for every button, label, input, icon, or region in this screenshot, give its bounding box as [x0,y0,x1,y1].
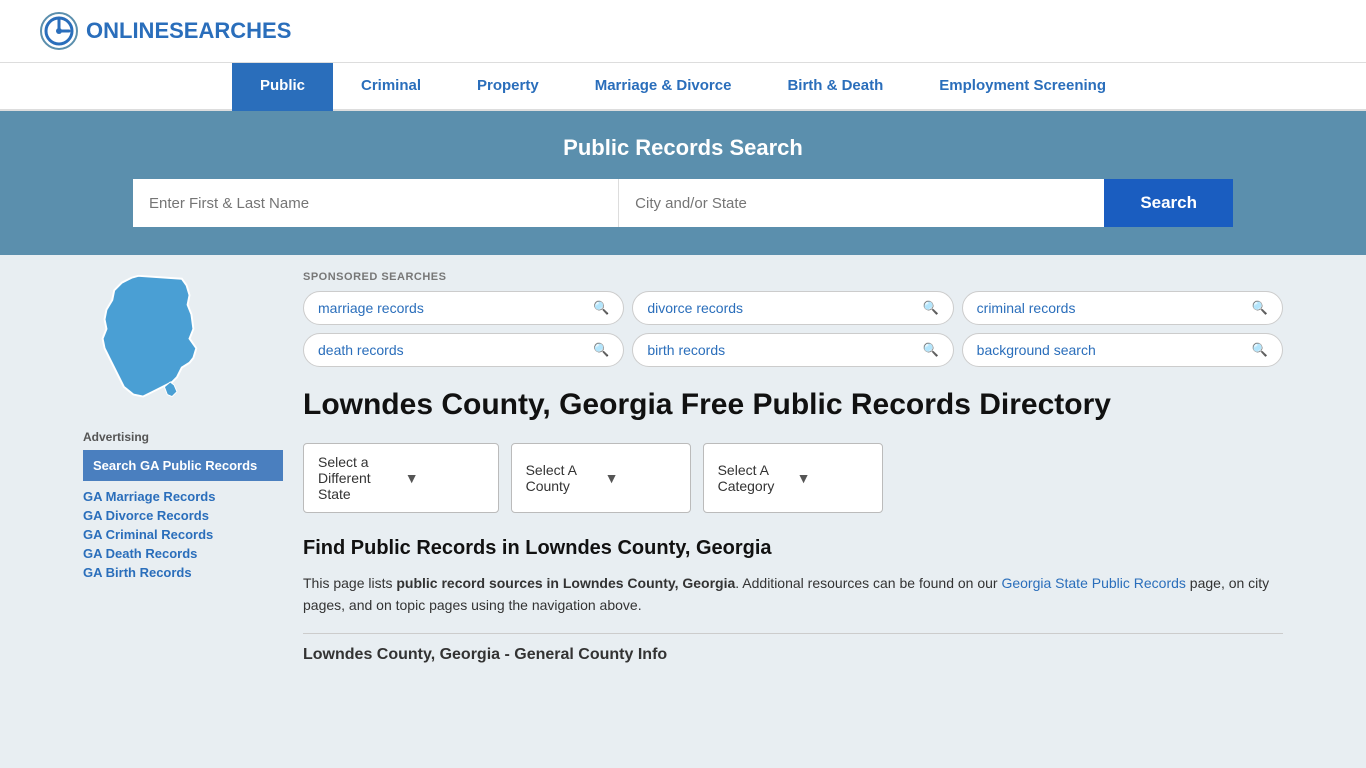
logo-plain: ONLINE [86,18,169,43]
sponsored-label: SPONSORED SEARCHES [303,271,1283,283]
tag-criminal[interactable]: criminal records 🔍 [962,291,1283,325]
county-dropdown[interactable]: Select A County ▼ [511,443,691,513]
content-area: SPONSORED SEARCHES marriage records 🔍 di… [303,271,1283,664]
state-dropdown-arrow: ▼ [405,470,484,486]
county-dropdown-arrow: ▼ [605,470,676,486]
state-dropdown[interactable]: Select a Different State ▼ [303,443,499,513]
search-tags: marriage records 🔍 divorce records 🔍 cri… [303,291,1283,367]
ad-main-link[interactable]: Search GA Public Records [83,450,283,481]
site-header: ONLINESEARCHES [0,0,1366,63]
ad-link-birth[interactable]: GA Birth Records [83,565,283,580]
name-input[interactable] [133,179,619,227]
main-nav: Public Criminal Property Marriage & Divo… [0,63,1366,111]
tag-background-label: background search [977,342,1096,358]
tag-birth[interactable]: birth records 🔍 [632,333,953,367]
search-banner: Public Records Search Search [0,111,1366,255]
logo-text: ONLINESEARCHES [86,18,291,44]
tag-background[interactable]: background search 🔍 [962,333,1283,367]
ad-section: Advertising Search GA Public Records GA … [83,430,283,580]
state-records-link[interactable]: Georgia State Public Records [1001,575,1185,591]
find-desc-2: . Additional resources can be found on o… [735,575,1001,591]
state-map [83,271,283,414]
nav-property[interactable]: Property [449,63,567,111]
nav-marriage-divorce[interactable]: Marriage & Divorce [567,63,760,111]
location-input[interactable] [619,179,1104,227]
logo-accent: SEARCHES [169,18,291,43]
state-dropdown-label: Select a Different State [318,454,397,502]
tag-marriage[interactable]: marriage records 🔍 [303,291,624,325]
sidebar: Advertising Search GA Public Records GA … [83,271,283,664]
search-icon-birth: 🔍 [922,342,938,358]
ad-link-divorce[interactable]: GA Divorce Records [83,508,283,523]
nav-public[interactable]: Public [232,63,333,111]
logo[interactable]: ONLINESEARCHES [40,12,291,50]
search-icon-criminal: 🔍 [1252,300,1268,316]
tag-marriage-label: marriage records [318,300,424,316]
page-title: Lowndes County, Georgia Free Public Reco… [303,387,1111,423]
category-dropdown-arrow: ▼ [797,470,868,486]
ad-label: Advertising [83,430,283,444]
tag-criminal-label: criminal records [977,300,1076,316]
directory-header: Lowndes County, Georgia Free Public Reco… [303,387,1283,423]
search-icon-marriage: 🔍 [593,300,609,316]
county-dropdown-label: Select A County [526,462,597,494]
tag-divorce[interactable]: divorce records 🔍 [632,291,953,325]
search-button[interactable]: Search [1104,179,1233,227]
georgia-map [83,271,213,411]
search-icon-divorce: 🔍 [922,300,938,316]
dropdowns-row: Select a Different State ▼ Select A Coun… [303,443,1283,513]
county-info-title: Lowndes County, Georgia - General County… [303,646,1283,664]
section-divider [303,633,1283,634]
search-banner-title: Public Records Search [40,135,1326,161]
tag-death[interactable]: death records 🔍 [303,333,624,367]
nav-employment[interactable]: Employment Screening [911,63,1134,111]
logo-icon [40,12,78,50]
nav-birth-death[interactable]: Birth & Death [759,63,911,111]
tag-birth-label: birth records [647,342,725,358]
ad-link-criminal[interactable]: GA Criminal Records [83,527,283,542]
find-description: This page lists public record sources in… [303,572,1283,617]
nav-criminal[interactable]: Criminal [333,63,449,111]
find-bold: public record sources in Lowndes County,… [396,575,735,591]
find-title: Find Public Records in Lowndes County, G… [303,537,1283,560]
main-container: Advertising Search GA Public Records GA … [63,255,1303,680]
ad-link-marriage[interactable]: GA Marriage Records [83,489,283,504]
find-desc-1: This page lists [303,575,396,591]
category-dropdown[interactable]: Select A Category ▼ [703,443,883,513]
search-icon-background: 🔍 [1252,342,1268,358]
ad-link-death[interactable]: GA Death Records [83,546,283,561]
tag-death-label: death records [318,342,404,358]
search-form: Search [133,179,1233,227]
search-icon-death: 🔍 [593,342,609,358]
tag-divorce-label: divorce records [647,300,743,316]
category-dropdown-label: Select A Category [718,462,789,494]
